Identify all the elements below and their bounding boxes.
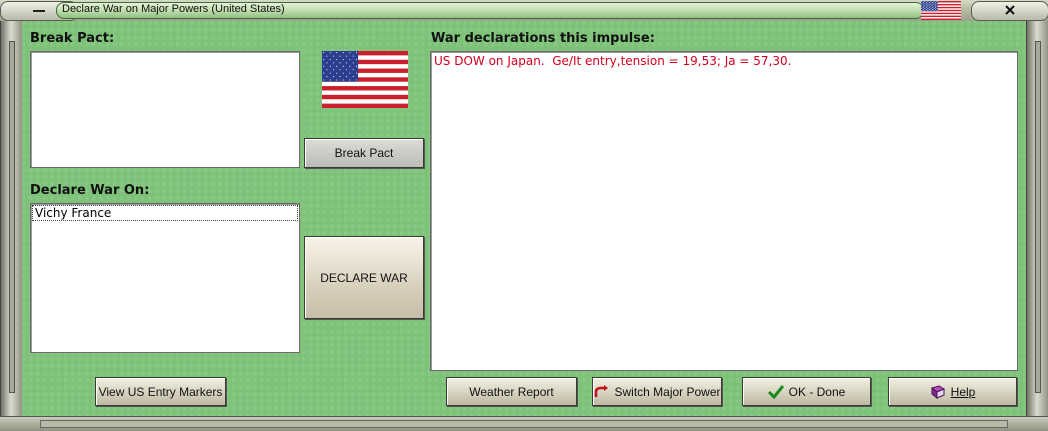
checkmark-icon: [767, 384, 784, 399]
left-frame: [0, 21, 24, 417]
help-button[interactable]: Help: [888, 377, 1017, 406]
break-pact-button[interactable]: Break Pact: [304, 138, 424, 168]
weather-report-button[interactable]: Weather Report: [446, 377, 577, 406]
break-pact-heading: Break Pact:: [30, 31, 115, 46]
declaration-line: US DOW on Japan. Ge/It entry,tension = 1…: [434, 54, 792, 68]
ok-done-button[interactable]: OK - Done: [742, 377, 871, 406]
switch-major-power-button[interactable]: Switch Major Power: [592, 377, 722, 406]
view-entry-markers-button[interactable]: View US Entry Markers: [95, 377, 226, 406]
title-flag-icon: [921, 1, 961, 20]
book-icon: [930, 384, 946, 399]
declarations-list: US DOW on Japan. Ge/It entry,tension = 1…: [430, 51, 1018, 371]
list-item[interactable]: Vichy France: [32, 205, 298, 221]
ok-done-label: OK - Done: [788, 384, 846, 399]
bottom-frame: [0, 416, 1048, 431]
title-bar: Declare War on Major Powers (United Stat…: [0, 0, 1048, 22]
help-label: Help: [950, 384, 976, 399]
switch-arrow-icon: [593, 384, 609, 399]
window-title: Declare War on Major Powers (United Stat…: [62, 3, 285, 15]
declare-war-list[interactable]: Vichy France: [30, 203, 300, 353]
close-button[interactable]: [971, 1, 1048, 21]
us-flag-icon: [322, 51, 408, 108]
close-icon: [1004, 4, 1016, 19]
resize-track[interactable]: [40, 420, 1008, 428]
declare-war-button[interactable]: DECLARE WAR: [304, 236, 424, 319]
switch-major-power-label: Switch Major Power: [614, 384, 721, 399]
dialog-body: Break Pact: Declare War On: Vichy France…: [22, 21, 1026, 416]
declare-war-heading: Declare War On:: [30, 183, 150, 198]
declarations-heading: War declarations this impulse:: [431, 31, 655, 46]
minimize-icon: [32, 4, 46, 18]
right-frame: [1026, 21, 1048, 417]
break-pact-list[interactable]: [30, 51, 300, 168]
